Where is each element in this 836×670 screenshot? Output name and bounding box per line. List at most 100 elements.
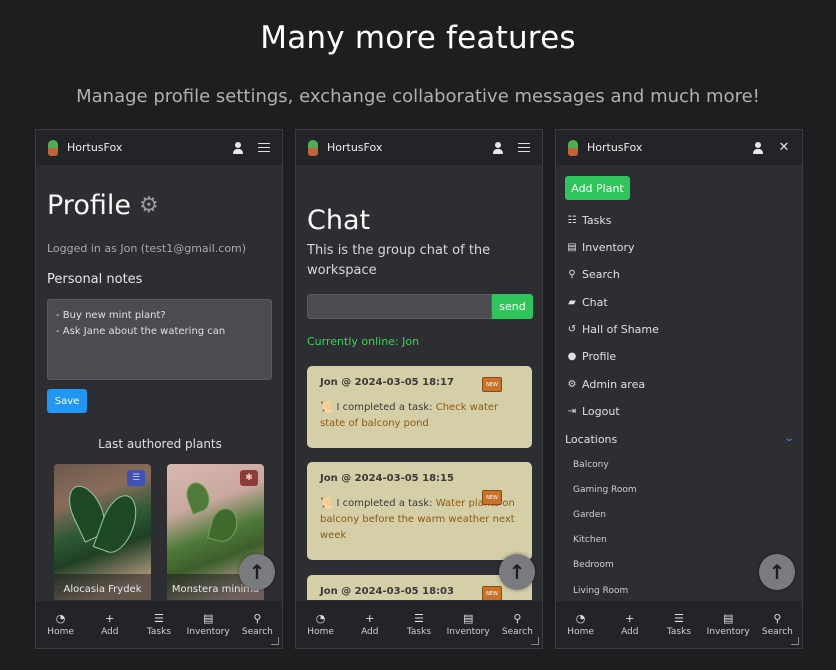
plus-icon: + (365, 612, 375, 625)
search-icon: ⚲ (568, 269, 576, 280)
nav-inventory[interactable]: ▤ Inventory (705, 612, 751, 637)
nav-label: Home (47, 627, 74, 637)
location-item[interactable]: Balcony (573, 460, 609, 470)
close-icon[interactable]: ✕ (776, 140, 792, 156)
location-item[interactable]: Bedroom (573, 560, 614, 570)
chat-message: Jon @ 2024-03-05 18:15 NEW 📜 I completed … (307, 462, 532, 560)
bottom-navbar: ◔ Home + Add ☰ Tasks ▤ Inventory ⚲ Search (296, 600, 542, 648)
location-item[interactable]: Garden (573, 510, 606, 520)
nav-add[interactable]: + Add (607, 612, 653, 637)
nav-add[interactable]: + Add (347, 612, 393, 637)
resize-handle-icon[interactable] (791, 637, 799, 645)
resize-handle-icon[interactable] (531, 637, 539, 645)
scroll-to-top-button[interactable]: ↑ (499, 554, 535, 590)
plant-image (207, 505, 241, 545)
last-plants-heading: Last authored plants (98, 437, 222, 451)
menu-label: Profile (582, 350, 617, 363)
nav-tasks[interactable]: ☰ Tasks (396, 612, 442, 637)
search-icon: ⚲ (513, 612, 522, 625)
menu-item-chat[interactable]: ▰ Chat (565, 296, 608, 309)
nav-search[interactable]: ⚲ Search (494, 612, 540, 637)
message-header: Jon @ 2024-03-05 18:15 (320, 473, 454, 484)
menu-icon[interactable] (256, 140, 272, 156)
phone-menu: HortusFox ✕ Add Plant ☷ Tasks ▤ Inventory … (555, 129, 803, 649)
nav-label: Inventory (706, 627, 750, 637)
resize-handle-icon[interactable] (271, 637, 279, 645)
gear-icon[interactable]: ⚙ (139, 193, 159, 218)
scroll-icon: 📜 (320, 498, 333, 509)
warehouse-icon: ▤ (722, 612, 734, 625)
chat-message-input[interactable] (307, 294, 492, 319)
comments-icon: ▰ (568, 297, 576, 308)
add-plant-button[interactable]: Add Plant (565, 176, 630, 200)
phone-profile: HortusFox Profile ⚙ Logged in as Jon (te… (35, 129, 283, 649)
nav-add[interactable]: + Add (87, 612, 133, 637)
nav-search[interactable]: ⚲ Search (754, 612, 800, 637)
hero-subtitle: Manage profile settings, exchange collab… (76, 86, 760, 107)
personal-notes-textarea[interactable]: - Buy new mint plant? - Ask Jane about t… (47, 299, 272, 380)
plus-icon: + (625, 612, 635, 625)
brand-name[interactable]: HortusFox (67, 141, 220, 154)
warehouse-icon: ▤ (567, 242, 577, 253)
menu-item-hall-of-shame[interactable]: ↺ Hall of Shame (565, 323, 659, 336)
nav-home[interactable]: ◔ Home (38, 612, 84, 637)
arrow-up-icon: ↑ (248, 560, 266, 584)
nav-label: Add (101, 627, 119, 637)
bug-badge-icon: ✱ (240, 470, 258, 486)
user-icon[interactable] (230, 140, 246, 156)
menu-item-profile[interactable]: ● Profile (565, 350, 617, 363)
search-icon: ⚲ (773, 612, 782, 625)
page-title: Profile ⚙ (47, 190, 159, 221)
message-body: 📜 I completed a task: Check water state o… (320, 400, 519, 432)
nav-search[interactable]: ⚲ Search (234, 612, 280, 637)
location-item[interactable]: Living Room (573, 586, 628, 596)
nav-home[interactable]: ◔ Home (558, 612, 604, 637)
chat-description: This is the group chat of the workspace (307, 243, 491, 278)
chat-message: Jon @ 2024-03-05 18:17 NEW 📜 I completed … (307, 366, 532, 448)
nav-tasks[interactable]: ☰ Tasks (656, 612, 702, 637)
gauge-icon: ◔ (55, 612, 66, 625)
bottom-navbar: ◔ Home + Add ☰ Tasks ▤ Inventory ⚲ Search (36, 600, 282, 648)
menu-label: Hall of Shame (582, 323, 659, 336)
menu-item-logout[interactable]: ⇥ Logout (565, 405, 620, 418)
nav-label: Search (241, 627, 273, 637)
nav-inventory[interactable]: ▤ Inventory (445, 612, 491, 637)
nav-label: Tasks (146, 627, 172, 637)
brand-name[interactable]: HortusFox (327, 141, 480, 154)
plant-logo-icon[interactable] (306, 139, 320, 156)
location-item[interactable]: Gaming Room (573, 485, 637, 495)
nav-tasks[interactable]: ☰ Tasks (136, 612, 182, 637)
menu-item-tasks[interactable]: ☷ Tasks (565, 214, 612, 227)
inventory-badge-icon: ☰ (127, 470, 145, 486)
user-icon[interactable] (490, 140, 506, 156)
new-badge: NEW (482, 377, 502, 392)
logged-in-text: Logged in as Jon (test1@gmail.com) (47, 242, 247, 255)
page-title: Chat (307, 205, 371, 236)
scroll-to-top-button[interactable]: ↑ (239, 554, 275, 590)
send-button[interactable]: send (492, 294, 533, 319)
plant-logo-icon[interactable] (566, 139, 580, 156)
warehouse-icon: ▤ (202, 612, 214, 625)
locations-toggle[interactable]: Locations ⌄ (565, 433, 795, 446)
menu-item-search[interactable]: ⚲ Search (565, 268, 619, 281)
nav-label: Add (361, 627, 379, 637)
nav-label: Search (501, 627, 533, 637)
nav-inventory[interactable]: ▤ Inventory (185, 612, 231, 637)
user-icon: ● (567, 351, 577, 362)
plant-logo-icon[interactable] (46, 139, 60, 156)
brand-name[interactable]: HortusFox (587, 141, 740, 154)
nav-label: Add (621, 627, 639, 637)
location-item[interactable]: Kitchen (573, 535, 607, 545)
menu-item-inventory[interactable]: ▤ Inventory (565, 241, 634, 254)
menu-item-admin-area[interactable]: ⚙ Admin area (565, 378, 646, 391)
scroll-to-top-button[interactable]: ↑ (759, 554, 795, 590)
top-navbar: HortusFox (296, 130, 542, 165)
tasks-icon: ☰ (414, 612, 424, 625)
hero-title: Many more features (260, 20, 576, 56)
nav-home[interactable]: ◔ Home (298, 612, 344, 637)
user-icon[interactable] (750, 140, 766, 156)
menu-icon[interactable] (516, 140, 532, 156)
gear-icon: ⚙ (567, 379, 577, 390)
plant-card[interactable]: ☰ Alocasia Frydek (54, 464, 151, 604)
save-button[interactable]: Save (47, 389, 87, 413)
